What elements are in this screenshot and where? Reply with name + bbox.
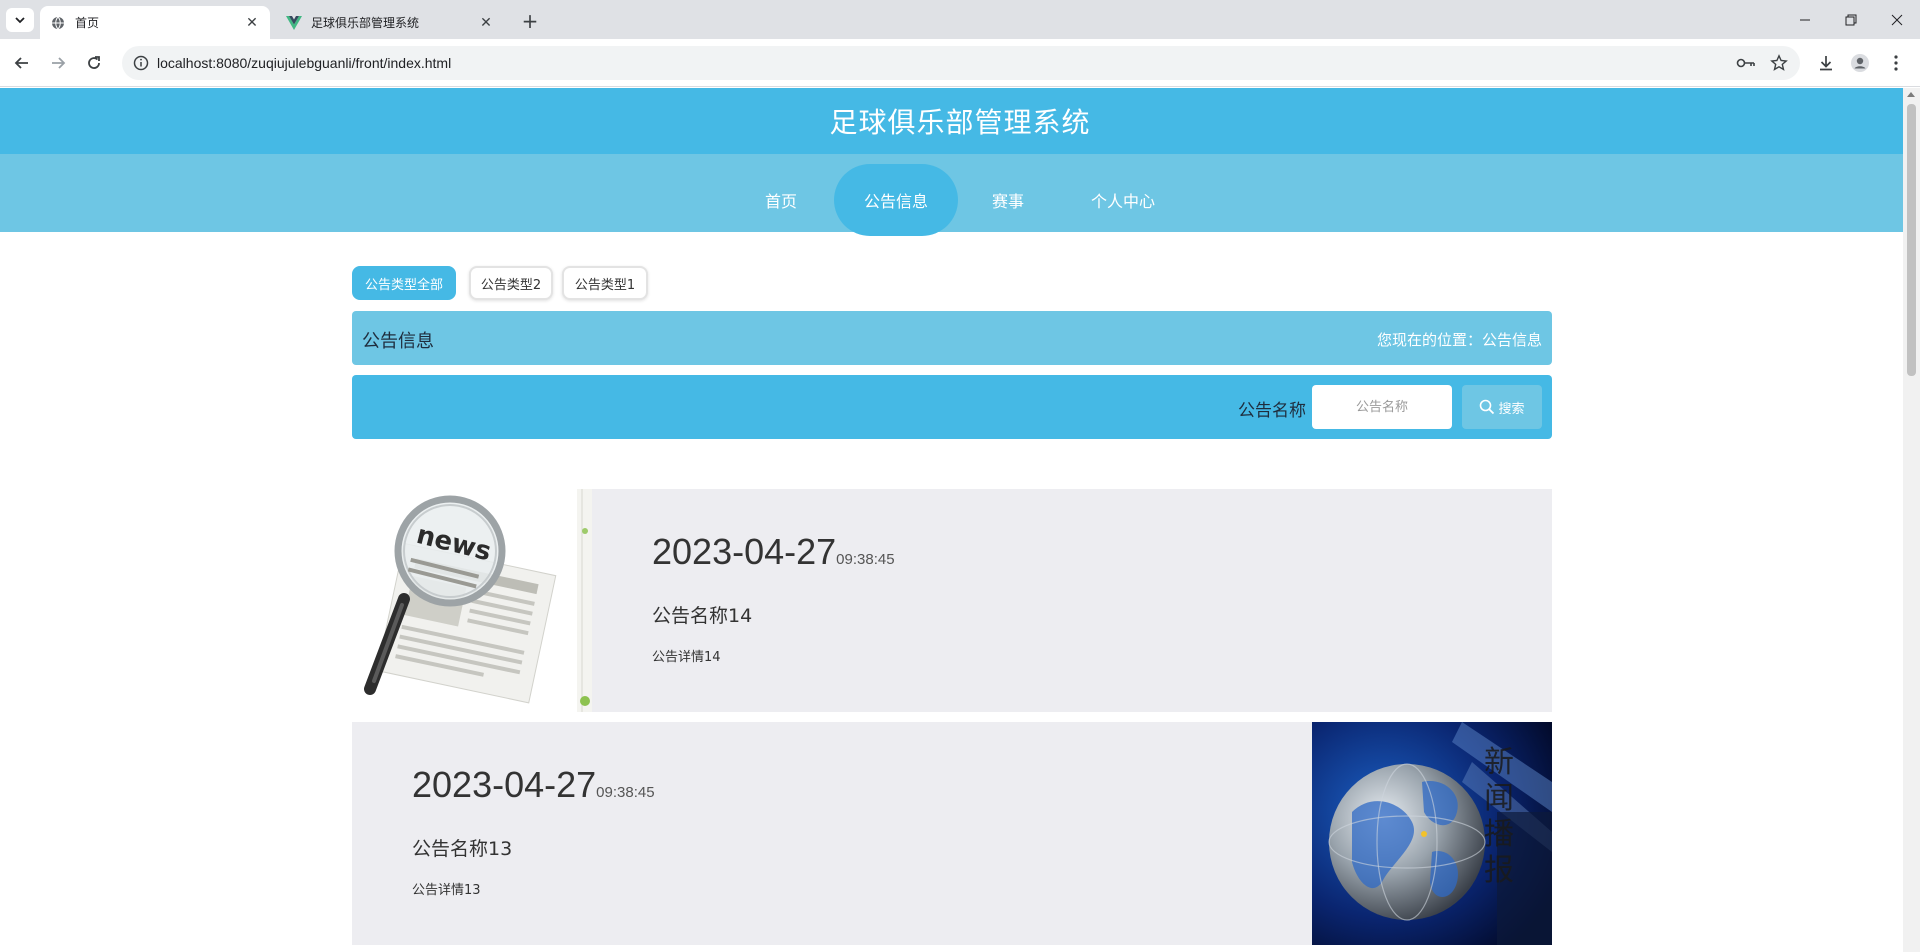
svg-text:闻: 闻 [1484, 781, 1514, 816]
news-date-value: 2023-04-27 [652, 531, 837, 572]
main-nav: 首页 公告信息 赛事 个人中心 [0, 154, 1920, 236]
reload-icon [88, 56, 100, 69]
site-header: 足球俱乐部管理系统 [0, 88, 1920, 154]
back-button[interactable] [8, 49, 36, 77]
close-tab-icon[interactable]: ✕ [242, 13, 262, 33]
page-scrollbar[interactable] [1903, 88, 1920, 952]
svg-text:播: 播 [1484, 817, 1514, 852]
search-icon [1480, 399, 1495, 415]
news-time: 09:38:45 [596, 784, 655, 801]
news-detail: 公告详情13 [412, 883, 481, 898]
page-viewport: 足球俱乐部管理系统 首页 公告信息 赛事 个人中心 公告类型全部 公告类型2 公… [0, 88, 1920, 952]
site-info-icon[interactable] [132, 54, 150, 72]
news-card[interactable]: news 2023-04-2709:38:45 公告名称14 公告详情14 [352, 489, 1552, 712]
tab-search-button[interactable] [6, 8, 34, 32]
tab-football-club[interactable]: 足球俱乐部管理系统 ✕ [276, 6, 504, 39]
news-date: 2023-04-2709:38:45 [412, 764, 655, 806]
close-tab-icon[interactable]: ✕ [476, 13, 496, 33]
svg-text:新: 新 [1484, 745, 1514, 780]
section-title: 公告信息 [362, 331, 434, 352]
address-bar[interactable]: localhost:8080/zuqiujulebguanli/front/in… [122, 46, 1800, 80]
downloads-button[interactable] [1812, 49, 1840, 77]
browser-toolbar: localhost:8080/zuqiujulebguanli/front/in… [0, 39, 1920, 87]
filter-type-2[interactable]: 公告类型2 [469, 266, 553, 300]
new-tab-button[interactable]: + [518, 9, 542, 33]
site-title: 足球俱乐部管理系统 [829, 106, 1091, 139]
news-date-value: 2023-04-27 [412, 764, 597, 805]
news-detail: 公告详情14 [652, 650, 721, 665]
news-name: 公告名称13 [412, 838, 513, 860]
chevron-down-icon [15, 17, 25, 24]
plus-icon: + [521, 9, 539, 33]
vue-logo-icon [286, 15, 302, 31]
current-location: 您现在的位置：公告信息 [1376, 331, 1542, 349]
search-button[interactable]: 搜索 [1462, 385, 1542, 429]
search-label: 公告名称 [1238, 401, 1306, 421]
tab-title: 首页 [75, 16, 100, 30]
arrow-right-icon [52, 57, 66, 69]
url-text: localhost:8080/zuqiujulebguanli/front/in… [157, 55, 452, 71]
globe-broadcast-image: 新 闻 播 报 [1312, 722, 1552, 945]
restore-button[interactable] [1828, 0, 1874, 39]
news-date: 2023-04-2709:38:45 [652, 531, 895, 573]
svg-text:报: 报 [1484, 853, 1514, 888]
arrow-left-icon [14, 57, 28, 69]
more-vertical-icon [1894, 55, 1898, 71]
search-input[interactable] [1312, 385, 1452, 429]
globe-icon [50, 15, 66, 31]
newspaper-magnifier-image: news [352, 489, 592, 712]
minimize-button[interactable] [1782, 0, 1828, 39]
close-window-button[interactable] [1874, 0, 1920, 39]
nav-item-home[interactable]: 首页 [746, 164, 816, 236]
avatar-icon [1851, 54, 1869, 72]
bookmark-star-icon[interactable] [1770, 54, 1788, 72]
news-time: 09:38:45 [836, 551, 895, 568]
browser-tab-bar: 首页 ✕ 足球俱乐部管理系统 ✕ + [0, 0, 1920, 39]
nav-item-matches[interactable]: 赛事 [973, 164, 1043, 236]
news-card[interactable]: 2023-04-2709:38:45 公告名称13 公告详情13 新 闻 播 报 [352, 722, 1552, 945]
reload-button[interactable] [80, 49, 108, 77]
tab-title: 足球俱乐部管理系统 [311, 16, 420, 30]
minimize-icon [1800, 19, 1810, 20]
scrollbar-thumb[interactable] [1907, 104, 1916, 376]
download-icon [1820, 56, 1832, 71]
forward-button[interactable] [44, 49, 72, 77]
filter-type-1[interactable]: 公告类型1 [562, 266, 648, 300]
scroll-up-arrow-icon[interactable] [1907, 92, 1915, 97]
search-button-label: 搜索 [1498, 401, 1525, 417]
browser-menu-button[interactable] [1882, 49, 1910, 77]
news-thumbnail[interactable]: news [352, 489, 592, 712]
restore-icon [1845, 14, 1857, 25]
close-icon [1891, 14, 1903, 25]
breadcrumb: 公告信息 您现在的位置：公告信息 [352, 311, 1552, 365]
password-key-icon[interactable] [1736, 55, 1756, 71]
news-thumbnail[interactable]: 新 闻 播 报 [1312, 722, 1552, 945]
tab-home[interactable]: 首页 ✕ [40, 6, 270, 39]
nav-item-personal-center[interactable]: 个人中心 [1080, 164, 1166, 236]
nav-item-announcements[interactable]: 公告信息 [834, 164, 958, 236]
news-name: 公告名称14 [652, 605, 753, 627]
search-bar: 公告名称 搜索 [352, 375, 1552, 439]
filter-all-types[interactable]: 公告类型全部 [352, 266, 456, 300]
profile-button[interactable] [1846, 49, 1874, 77]
